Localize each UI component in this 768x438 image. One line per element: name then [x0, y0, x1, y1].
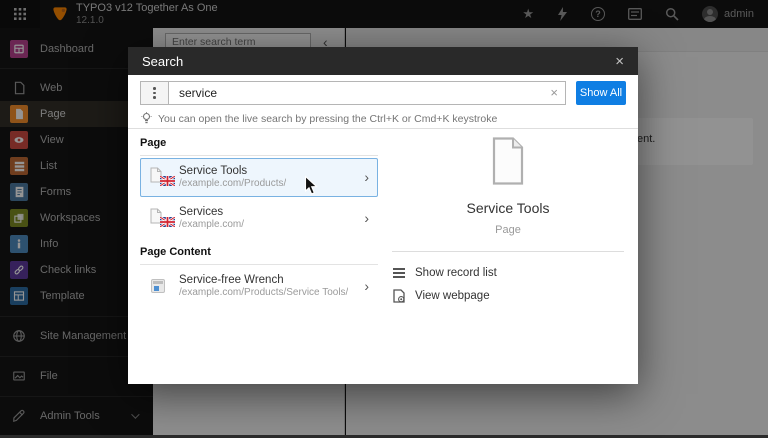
chevron-right-icon: › [358, 210, 369, 226]
typo3-backend-screen: TYPO3 v12 Together As One 12.1.0 ★ ? adm… [0, 0, 768, 438]
search-hint-text: You can open the live search by pressing… [158, 113, 497, 125]
live-search-input[interactable] [168, 81, 566, 105]
result-item-service-tools[interactable]: Service Tools /example.com/Products/ › [140, 158, 378, 197]
search-options-button[interactable] [140, 81, 168, 105]
result-text: Services /example.com/ [179, 205, 244, 232]
modal-title: Search [142, 54, 183, 69]
result-text: Service Tools /example.com/Products/ [179, 164, 286, 191]
result-icons [149, 276, 179, 297]
result-url: /example.com/Products/ [179, 178, 286, 191]
divider [140, 264, 378, 265]
search-results-column: Page [140, 129, 378, 308]
close-icon[interactable]: × [615, 53, 624, 70]
search-hint: You can open the live search by pressing… [141, 112, 497, 125]
result-item-service-free-wrench[interactable]: Service-free Wrench /example.com/Product… [140, 267, 378, 306]
chevron-right-icon: › [358, 169, 369, 185]
result-title: Services [179, 205, 244, 219]
result-detail-panel: Service Tools Page Show record list View… [390, 129, 626, 308]
search-bar: × Show All [140, 81, 626, 105]
show-all-button[interactable]: Show All [576, 81, 626, 105]
section-label-page-content: Page Content [140, 246, 378, 258]
detail-title: Service Tools [390, 200, 626, 216]
view-webpage-icon [392, 289, 406, 303]
uk-flag-icon [160, 176, 175, 186]
modal-header: Search × [128, 47, 638, 75]
result-text: Service-free Wrench /example.com/Product… [179, 273, 348, 300]
clear-search-icon[interactable]: × [550, 85, 558, 100]
record-list-icon [392, 268, 406, 278]
uk-flag-icon [160, 217, 175, 227]
action-label: Show record list [415, 267, 497, 279]
result-icons [149, 167, 179, 188]
result-url: /example.com/ [179, 219, 244, 232]
page-large-icon [489, 137, 527, 185]
action-label: View webpage [415, 290, 490, 302]
divider [392, 251, 624, 252]
chevron-right-icon: › [358, 278, 369, 294]
modal-body: × Show All You can open the live search … [128, 75, 638, 384]
result-title: Service-free Wrench [179, 273, 348, 287]
action-show-record-list[interactable]: Show record list [390, 262, 626, 284]
search-input-wrap: × [168, 81, 566, 105]
result-url: /example.com/Products/Service Tools/ [179, 287, 348, 300]
divider [140, 155, 378, 156]
content-element-icon [151, 279, 165, 293]
detail-type-label: Page [390, 224, 626, 236]
vertical-ellipsis-icon [153, 87, 156, 99]
result-title: Service Tools [179, 164, 286, 178]
lightbulb-icon [141, 112, 152, 125]
result-item-services[interactable]: Services /example.com/ › [140, 199, 378, 238]
action-view-webpage[interactable]: View webpage [390, 284, 626, 308]
search-modal: Search × × Show All [128, 47, 638, 384]
result-icons [149, 208, 179, 229]
section-label-page: Page [140, 137, 378, 149]
